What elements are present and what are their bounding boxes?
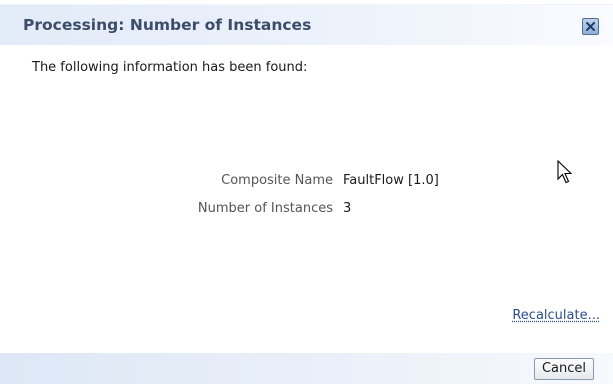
- close-button[interactable]: [582, 18, 599, 35]
- composite-name-label: Composite Name: [221, 173, 333, 188]
- cancel-button[interactable]: Cancel: [534, 358, 594, 380]
- recalculate-link[interactable]: Recalculate...: [512, 308, 600, 323]
- dialog: Processing: Number of Instances The foll…: [0, 0, 613, 384]
- close-x-icon: [586, 22, 595, 31]
- dialog-title: Processing: Number of Instances: [23, 16, 312, 34]
- mouse-pointer-icon: [557, 160, 573, 184]
- composite-name-value: FaultFlow [1.0]: [343, 173, 439, 188]
- dialog-title-bar: Processing: Number of Instances: [0, 4, 613, 45]
- intro-text: The following information has been found…: [32, 60, 308, 75]
- dialog-footer: [0, 353, 613, 384]
- number-of-instances-label: Number of Instances: [197, 201, 333, 216]
- number-of-instances-value: 3: [343, 201, 352, 216]
